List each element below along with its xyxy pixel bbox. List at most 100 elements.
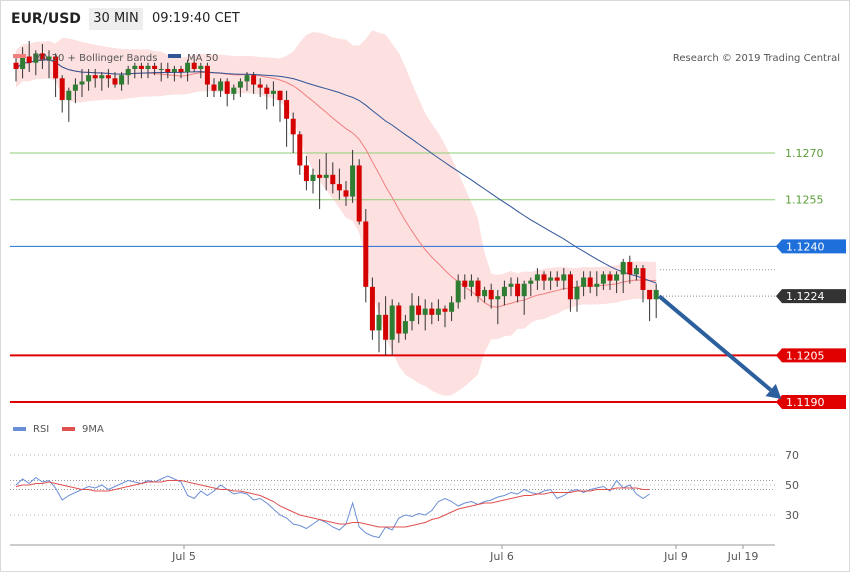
candle-body [317, 174, 323, 178]
candle-body [435, 308, 441, 315]
candle-body [587, 277, 593, 287]
candle-body [138, 65, 144, 69]
price-tags-layer: 1.1270 1.1255 1.1240 1.1224 1.1205 1.1190 [776, 147, 846, 409]
candle-body [515, 283, 521, 297]
candle [59, 75, 65, 113]
candle-body [548, 277, 554, 281]
candle-body [482, 289, 488, 297]
candle [647, 289, 653, 322]
candle-body [521, 283, 527, 297]
candle-body [594, 283, 600, 287]
candle-body [26, 56, 32, 63]
bollinger-band [16, 30, 657, 396]
candle-body [455, 280, 461, 303]
candle-body [204, 65, 210, 85]
candle-body [633, 268, 639, 275]
candle-body [211, 84, 217, 91]
credit-label: Research © 2019 Trading Central [673, 53, 840, 64]
price-chart: 1.1270 1.1255 1.1240 1.1224 1.1205 1.1190 30 5… [10, 30, 846, 563]
candle-body [165, 68, 171, 73]
level-label: 1.1255 [785, 194, 824, 207]
candle-body [534, 274, 540, 281]
candle [303, 156, 309, 191]
candle [204, 62, 210, 97]
forecast-arrow-layer [657, 294, 782, 399]
candle-body [277, 90, 283, 101]
candle-body [132, 65, 138, 69]
candle [356, 159, 362, 225]
rsi-legend-swatch [13, 427, 26, 431]
candle-body [528, 280, 534, 284]
candle-body [475, 280, 481, 297]
candle-body [468, 280, 474, 287]
candle [277, 90, 283, 122]
candle-body [251, 75, 257, 85]
candle-body [297, 134, 303, 166]
candle-body [614, 274, 620, 281]
candle-body [541, 274, 547, 281]
rsi-tick-label: 50 [785, 479, 799, 492]
candle-body [20, 56, 26, 69]
ma9-legend-swatch [62, 427, 75, 431]
rsi-ma9-line [15, 480, 650, 528]
candle-body [145, 65, 151, 69]
candle-body [442, 308, 448, 312]
candle-body [554, 277, 560, 281]
candle-body [270, 90, 276, 94]
legend-top: MA 20 + Bollinger Bands MA 50 Research ©… [13, 53, 840, 64]
candle-body [158, 68, 164, 70]
candle-body [99, 75, 105, 79]
candle-body [290, 118, 296, 135]
candle-body [429, 308, 435, 315]
candle-body [231, 87, 237, 94]
candle-body [488, 289, 494, 300]
level-label: 1.1240 [786, 240, 825, 253]
legend-rsi: RSI 9MA [13, 424, 104, 435]
candle-body [363, 221, 369, 287]
candle-body [237, 81, 243, 88]
candle-body [369, 286, 375, 331]
candle-body [105, 75, 111, 79]
candle-body [561, 274, 567, 281]
level-label: 1.1224 [786, 290, 825, 303]
candle-body [627, 261, 633, 275]
ma50-legend-label: MA 50 [187, 53, 218, 64]
candle-body [350, 165, 356, 197]
ma20-legend-swatch [13, 54, 26, 58]
candle-body [449, 302, 455, 312]
candle-body [653, 289, 659, 300]
candle-body [620, 261, 626, 275]
ma50-legend-swatch [168, 54, 181, 58]
candle-body [574, 286, 580, 300]
rsi-tick-label: 70 [785, 449, 799, 462]
forecast-arrow-shaft [657, 294, 772, 392]
candle-body [336, 184, 342, 191]
candle-body [171, 68, 177, 73]
time-axis-label: Jul 6 [489, 550, 514, 563]
candle-body [185, 62, 191, 73]
candle-body [303, 165, 309, 182]
candle-body [66, 90, 72, 101]
candle [369, 277, 375, 340]
ma20-legend-label: MA 20 + Bollinger Bands [33, 53, 157, 64]
candle-body [495, 296, 501, 300]
candle-body [640, 268, 646, 290]
ma9-legend-label: 9MA [82, 424, 104, 435]
candle-body [178, 68, 184, 73]
candle-body [264, 87, 270, 94]
level-label: 1.1270 [785, 147, 824, 160]
candle-body [218, 81, 224, 91]
candle-body [284, 100, 290, 119]
candle-body [402, 321, 408, 334]
candle-body [567, 274, 573, 300]
candle-body [383, 314, 389, 340]
candle [224, 78, 230, 107]
candle-body [244, 75, 250, 82]
candle-body [310, 174, 316, 182]
candle-body [647, 289, 653, 300]
candle-body [224, 81, 230, 94]
candle-body [79, 81, 85, 85]
candle-body [92, 75, 98, 79]
rsi-tick-label: 30 [785, 509, 799, 522]
candle-body [198, 65, 204, 69]
